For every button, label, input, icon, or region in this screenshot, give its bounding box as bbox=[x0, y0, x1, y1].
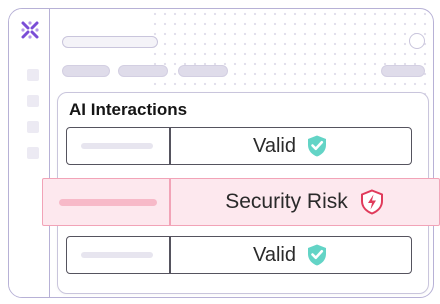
panel-title: AI Interactions bbox=[69, 100, 188, 119]
status-label: Valid bbox=[253, 243, 296, 266]
status-label: Security Risk bbox=[225, 190, 348, 213]
lightning-shield-icon bbox=[360, 189, 384, 215]
interaction-row[interactable]: Valid bbox=[66, 236, 412, 274]
header-placeholder bbox=[62, 36, 158, 48]
sidebar bbox=[9, 9, 50, 297]
dot-grid-background bbox=[150, 9, 433, 99]
sidebar-item[interactable] bbox=[27, 69, 39, 81]
filter-pill[interactable] bbox=[62, 65, 110, 77]
filter-pill[interactable] bbox=[178, 65, 228, 77]
interaction-row[interactable]: Valid bbox=[66, 127, 412, 165]
logo-icon bbox=[19, 19, 41, 41]
row-placeholder bbox=[81, 252, 153, 258]
interaction-row-risk[interactable]: Security Risk bbox=[42, 178, 440, 226]
sidebar-item[interactable] bbox=[27, 147, 39, 159]
status-label: Valid bbox=[253, 134, 296, 157]
circle-button[interactable] bbox=[409, 33, 425, 49]
check-shield-icon bbox=[306, 134, 328, 158]
sidebar-item[interactable] bbox=[27, 95, 39, 107]
sidebar-item[interactable] bbox=[27, 121, 39, 133]
filter-pill[interactable] bbox=[118, 65, 168, 77]
check-shield-icon bbox=[306, 243, 328, 267]
row-placeholder bbox=[81, 143, 153, 149]
filter-pill[interactable] bbox=[381, 65, 425, 77]
row-placeholder bbox=[59, 199, 157, 206]
